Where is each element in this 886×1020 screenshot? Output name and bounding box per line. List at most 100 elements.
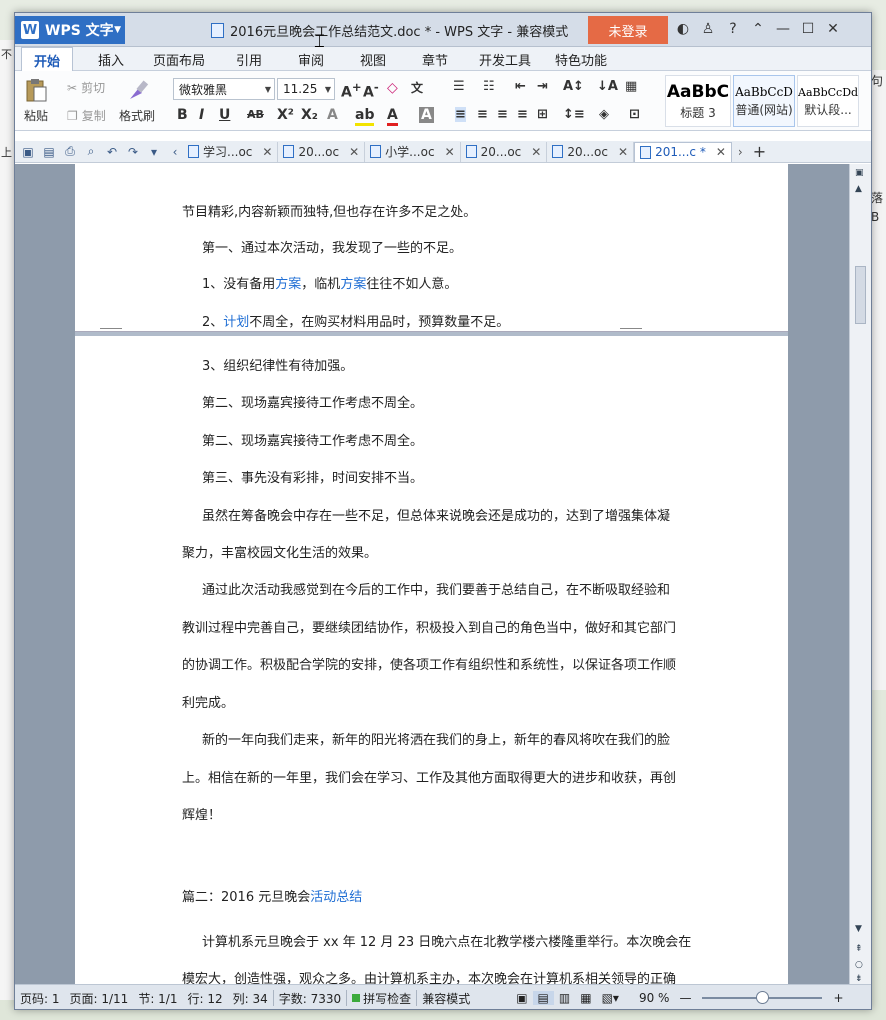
ruler-toggle-icon[interactable]: ▣: [855, 168, 864, 178]
tab-insert[interactable]: 插入: [87, 47, 135, 71]
zoom-slider-knob[interactable]: [756, 991, 770, 1004]
vertical-scrollbar[interactable]: ▣ ▲ ▼ ⇞ ○ ⇟: [849, 164, 871, 984]
app-menu-button[interactable]: W WPS 文字 ▼: [15, 16, 125, 44]
tab-developer[interactable]: 开发工具: [473, 47, 537, 71]
customize-icon[interactable]: ▾: [146, 144, 162, 160]
status-page-count[interactable]: 页面: 1/11: [65, 990, 134, 1007]
zoom-slider[interactable]: [702, 991, 823, 1004]
shirt-icon[interactable]: ♙: [700, 19, 716, 39]
print-icon[interactable]: ⎙: [62, 144, 78, 160]
close-tab-icon[interactable]: ✕: [531, 145, 541, 159]
border-icon[interactable]: ⊡: [629, 107, 640, 122]
doc-tab[interactable]: 20...oc ✕: [278, 141, 366, 162]
phonetic-icon[interactable]: 文: [411, 79, 423, 96]
justify-icon[interactable]: ≡: [517, 107, 528, 122]
grow-font-icon[interactable]: A+: [341, 80, 362, 101]
redo-icon[interactable]: ↷: [125, 144, 141, 160]
tab-chapter[interactable]: 章节: [411, 47, 459, 71]
full-screen-view-icon[interactable]: ▣: [511, 991, 532, 1005]
close-tab-icon[interactable]: ✕: [262, 145, 272, 159]
font-color-icon[interactable]: A: [387, 107, 398, 126]
tab-page-layout[interactable]: 页面布局: [147, 47, 211, 71]
format-painter-button[interactable]: 格式刷: [119, 77, 155, 124]
zoom-out-icon[interactable]: —: [674, 991, 696, 1005]
status-page[interactable]: 页码: 1: [15, 990, 65, 1007]
doc-tab[interactable]: 学习...oc ✕: [183, 141, 279, 162]
italic-icon[interactable]: I: [199, 107, 204, 123]
align-center-icon[interactable]: ≡: [477, 107, 488, 122]
bullet-list-icon[interactable]: ☰: [453, 79, 465, 94]
tab-view[interactable]: 视图: [349, 47, 397, 71]
new-tab-icon[interactable]: +: [753, 142, 766, 161]
scroll-up-icon[interactable]: ▲: [855, 184, 862, 194]
print-preview-icon[interactable]: ⌕: [83, 144, 99, 160]
align-right-icon[interactable]: ≡: [497, 107, 508, 122]
font-size-select[interactable]: 11.25 ▼: [277, 78, 335, 100]
increase-indent-icon[interactable]: ⇥: [537, 79, 548, 94]
status-words[interactable]: 字数: 7330: [274, 990, 346, 1007]
close-tab-icon[interactable]: ✕: [349, 145, 359, 159]
close-tab-icon[interactable]: ✕: [716, 145, 726, 159]
style-normal-web[interactable]: AaBbCcD 普通(网站): [733, 75, 795, 127]
open-folder-icon[interactable]: ▣: [20, 144, 36, 160]
web-view-icon[interactable]: ▦: [575, 991, 596, 1005]
save-icon[interactable]: ▤: [41, 144, 57, 160]
tab-review[interactable]: 审阅: [287, 47, 335, 71]
maximize-icon[interactable]: ☐: [800, 19, 816, 39]
hyperlink[interactable]: 方案: [340, 277, 366, 292]
font-name-select[interactable]: 微软雅黑 ▼: [173, 78, 275, 100]
chinese-layout-icon[interactable]: A↕: [563, 79, 584, 94]
bold-icon[interactable]: B: [177, 107, 188, 123]
collapse-ribbon-icon[interactable]: ⌃: [750, 19, 766, 39]
hyperlink[interactable]: 计划: [223, 315, 249, 330]
help-icon[interactable]: ?: [725, 19, 741, 39]
superscript-icon[interactable]: X²: [277, 107, 294, 123]
doc-tab-active[interactable]: 201...c * ✕: [634, 141, 732, 162]
tab-references[interactable]: 引用: [225, 47, 273, 71]
scroll-down-icon[interactable]: ▼: [855, 924, 862, 934]
doc-tab[interactable]: 20...oc ✕: [547, 141, 635, 162]
tab-features[interactable]: 特色功能: [549, 47, 613, 71]
align-left-icon[interactable]: ≡: [455, 107, 466, 122]
shading-icon[interactable]: ◈: [599, 107, 609, 122]
strikethrough-icon[interactable]: AB: [247, 108, 264, 121]
reading-view-icon[interactable]: ▧▾: [597, 991, 624, 1005]
undo-icon[interactable]: ↶: [104, 144, 120, 160]
doc-tab[interactable]: 小学...oc ✕: [365, 141, 461, 162]
underline-icon[interactable]: U: [219, 107, 230, 123]
previous-page-icon[interactable]: ⇞: [855, 944, 863, 954]
highlight-icon[interactable]: ab: [355, 107, 375, 126]
decrease-indent-icon[interactable]: ⇤: [515, 79, 526, 94]
doc-tab[interactable]: 20...oc ✕: [461, 141, 548, 162]
style-heading3[interactable]: AaBbC 标题 3: [665, 75, 731, 127]
sort-icon[interactable]: ↓A: [597, 79, 618, 94]
zoom-in-icon[interactable]: +: [828, 991, 848, 1005]
hyperlink[interactable]: 方案: [275, 277, 301, 292]
char-shading-icon[interactable]: A: [419, 107, 434, 123]
select-browse-icon[interactable]: ○: [855, 960, 863, 970]
skin-icon[interactable]: ◐: [675, 19, 691, 39]
page-view-icon[interactable]: ▤: [532, 991, 554, 1005]
clear-format-icon[interactable]: ◇: [387, 80, 398, 96]
hyperlink[interactable]: 活动总结: [310, 890, 362, 905]
scrollbar-thumb[interactable]: [855, 266, 866, 324]
tab-scroll-left-icon[interactable]: ‹: [167, 144, 183, 160]
tab-home[interactable]: 开始: [21, 47, 73, 72]
numbered-list-icon[interactable]: ☷: [483, 79, 495, 94]
shrink-font-icon[interactable]: A-: [363, 80, 379, 101]
style-default-paragraph[interactable]: AaBbCcDd 默认段...: [797, 75, 859, 127]
cut-button[interactable]: ✂ 剪切: [67, 79, 105, 96]
close-tab-icon[interactable]: ✕: [445, 145, 455, 159]
table-icon[interactable]: ▦: [625, 79, 637, 94]
close-tab-icon[interactable]: ✕: [618, 145, 628, 159]
zoom-value[interactable]: 90 %: [634, 991, 675, 1005]
line-spacing-icon[interactable]: ↕≡: [563, 107, 585, 122]
subscript-icon[interactable]: X₂: [301, 107, 318, 123]
paste-button[interactable]: 粘贴: [23, 77, 49, 124]
tab-scroll-right-icon[interactable]: ›: [738, 145, 743, 159]
text-effect-icon[interactable]: A: [327, 107, 338, 123]
outline-view-icon[interactable]: ▥: [554, 991, 575, 1005]
login-button[interactable]: 未登录: [588, 16, 668, 44]
copy-button[interactable]: ❐ 复制: [67, 107, 106, 124]
close-icon[interactable]: ✕: [825, 19, 841, 39]
